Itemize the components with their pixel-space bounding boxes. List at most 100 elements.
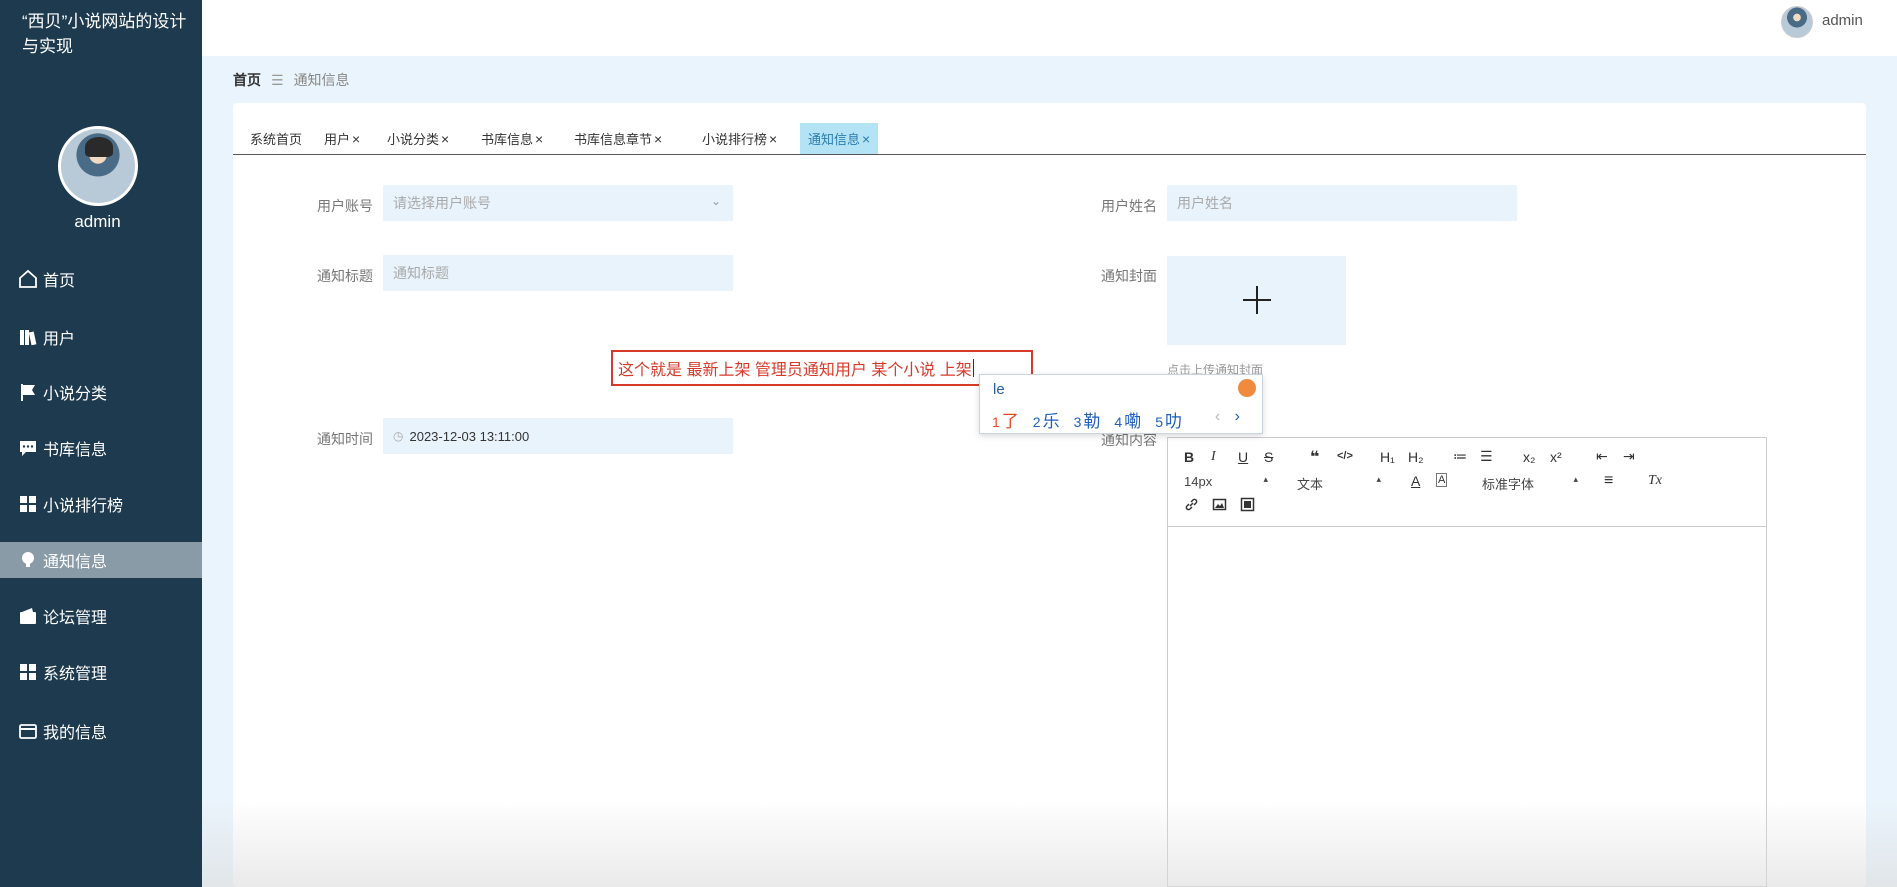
italic-button[interactable]: I (1211, 449, 1216, 465)
top-username[interactable]: admin (1822, 12, 1863, 29)
close-icon[interactable]: × (862, 131, 870, 147)
h2-button[interactable]: H₂ (1408, 449, 1424, 465)
sidebar-item-label: 小说分类 (43, 386, 108, 403)
ime-candidates: 1了 2乐 3勒 4嘞 5叻 (992, 407, 1196, 432)
user-name-field[interactable]: 用户姓名 (1167, 185, 1517, 221)
clock-icon: ◷ (393, 429, 404, 443)
notice-time-label: 通知时间 (317, 431, 373, 447)
wallet-icon (17, 605, 39, 627)
sidebar-item-users[interactable]: 用户 (0, 319, 202, 355)
tab-notice[interactable]: 通知信息 × (800, 123, 879, 154)
sidebar-item-label: 首页 (43, 273, 76, 290)
user-account-placeholder: 请选择用户账号 (393, 195, 491, 211)
tab-library-chapters[interactable]: 书库信息章节 × (566, 123, 671, 154)
notice-time-value: 2023-12-03 13:11:00 (409, 428, 530, 444)
plus-icon (1256, 286, 1258, 314)
avatar[interactable] (1781, 6, 1813, 38)
ime-page-controls: ‹ › (1215, 408, 1240, 426)
cover-upload-button[interactable] (1167, 256, 1346, 345)
tab-bar: 系统首页 用户 × 小说分类 × 书库信息 × 书库信息章节 × 小说排行榜 ×… (233, 123, 1866, 155)
tab-label: 小说分类 (387, 132, 440, 147)
tab-users[interactable]: 用户 × (316, 123, 369, 154)
subscript-button[interactable]: x₂ (1523, 449, 1535, 465)
video-icon[interactable] (1240, 497, 1255, 515)
font-size-select[interactable]: 14px ▴ (1184, 474, 1268, 490)
chat-icon (17, 437, 39, 459)
close-icon[interactable]: × (535, 131, 543, 147)
editor-content-area[interactable] (1168, 528, 1766, 886)
user-name-placeholder: 用户姓名 (1177, 195, 1233, 211)
bold-button[interactable]: B (1184, 449, 1194, 465)
close-icon[interactable]: × (654, 131, 662, 147)
code-button[interactable]: </> (1337, 450, 1353, 462)
bulb-icon (17, 549, 39, 571)
menu-icon: ☰ (271, 71, 284, 88)
close-icon[interactable]: × (441, 131, 449, 147)
user-account-label: 用户账号 (317, 198, 373, 214)
ime-composition-text: le (993, 381, 1005, 398)
sidebar-username: admin (74, 212, 121, 231)
close-icon[interactable]: × (352, 131, 360, 147)
font-family-select[interactable]: 标准字体 ▴ (1482, 474, 1578, 492)
background-color-button[interactable]: A (1436, 473, 1448, 487)
notice-title-field[interactable]: 通知标题 (383, 255, 733, 291)
ime-candidate[interactable]: 3勒 (1074, 407, 1101, 432)
text-caret (972, 359, 974, 377)
user-account-select[interactable]: 请选择用户账号 ⌄ (383, 185, 733, 221)
clean-format-button[interactable]: Tx (1648, 473, 1662, 489)
sidebar-item-ranking[interactable]: 小说排行榜 (0, 486, 202, 522)
tab-ranking[interactable]: 小说排行榜 × (694, 123, 786, 154)
breadcrumb: 首页 ☰ 通知信息 (233, 70, 350, 90)
sidebar-item-novel-category[interactable]: 小说分类 (0, 374, 202, 410)
chevron-updown-icon: ▴ (1376, 474, 1381, 484)
sidebar-item-library[interactable]: 书库信息 (0, 430, 202, 466)
bullet-list-button[interactable]: ☰ (1480, 448, 1493, 465)
font-color-button[interactable]: A (1411, 473, 1420, 489)
notice-time-picker[interactable]: ◷ 2023-12-03 13:11:00 (383, 418, 733, 454)
sidebar-item-label: 用户 (43, 331, 76, 348)
paragraph-select[interactable]: 文本 ▴ (1297, 474, 1381, 492)
ime-logo-icon (1238, 379, 1256, 397)
link-icon[interactable] (1184, 497, 1199, 515)
sidebar-item-system[interactable]: 系统管理 (0, 654, 202, 690)
annotation-text-content: 这个就是 最新上架 管理员通知用户 某个小说 上架 (618, 362, 972, 379)
paragraph-value: 文本 (1297, 477, 1324, 492)
underline-button[interactable]: U (1238, 449, 1248, 465)
close-icon[interactable]: × (769, 131, 777, 147)
strike-button[interactable]: S (1264, 449, 1273, 465)
sidebar-item-home[interactable]: 首页 (0, 261, 202, 297)
books-icon (17, 326, 39, 348)
chevron-left-icon[interactable]: ‹ (1215, 408, 1220, 425)
ime-candidate[interactable]: 1了 (992, 407, 1019, 432)
grid-icon (17, 493, 39, 515)
rich-text-editor: B I U S ❝ </> H₁ H₂ ≔ ☰ x₂ x² ⇤ ⇥ 14px ▴… (1167, 437, 1767, 887)
h1-button[interactable]: H₁ (1380, 449, 1395, 465)
ordered-list-button[interactable]: ≔ (1453, 448, 1467, 465)
chevron-right-icon[interactable]: › (1235, 408, 1240, 425)
ime-candidate[interactable]: 4嘞 (1114, 407, 1141, 432)
sidebar-item-forum[interactable]: 论坛管理 (0, 598, 202, 634)
superscript-button[interactable]: x² (1550, 449, 1562, 465)
breadcrumb-current: 通知信息 (293, 72, 350, 88)
quote-button[interactable]: ❝ (1310, 447, 1319, 467)
tab-system-home[interactable]: 系统首页 (242, 123, 311, 154)
tab-label: 小说排行榜 (702, 132, 768, 147)
tab-novel-category[interactable]: 小说分类 × (379, 123, 458, 154)
chevron-updown-icon: ▴ (1573, 474, 1578, 484)
tab-library[interactable]: 书库信息 × (473, 123, 552, 154)
indent-button[interactable]: ⇥ (1623, 448, 1635, 465)
ime-candidate[interactable]: 5叻 (1155, 407, 1182, 432)
tab-label: 用户 (324, 132, 351, 147)
ime-candidate[interactable]: 2乐 (1033, 407, 1060, 432)
home-icon (17, 268, 39, 290)
ime-candidate-window: le 1了 2乐 3勒 4嘞 5叻 ‹ › (979, 374, 1263, 434)
sidebar-item-profile[interactable]: 我的信息 (0, 713, 202, 749)
image-icon[interactable] (1212, 497, 1227, 515)
tab-label: 书库信息章节 (574, 132, 653, 147)
outdent-button[interactable]: ⇤ (1596, 448, 1608, 465)
align-button[interactable]: ≡ (1604, 472, 1613, 490)
sidebar-item-notice[interactable]: 通知信息 (0, 542, 202, 578)
sidebar-item-label: 论坛管理 (43, 610, 108, 627)
breadcrumb-home[interactable]: 首页 (233, 70, 261, 90)
chevron-updown-icon: ▴ (1263, 474, 1268, 484)
